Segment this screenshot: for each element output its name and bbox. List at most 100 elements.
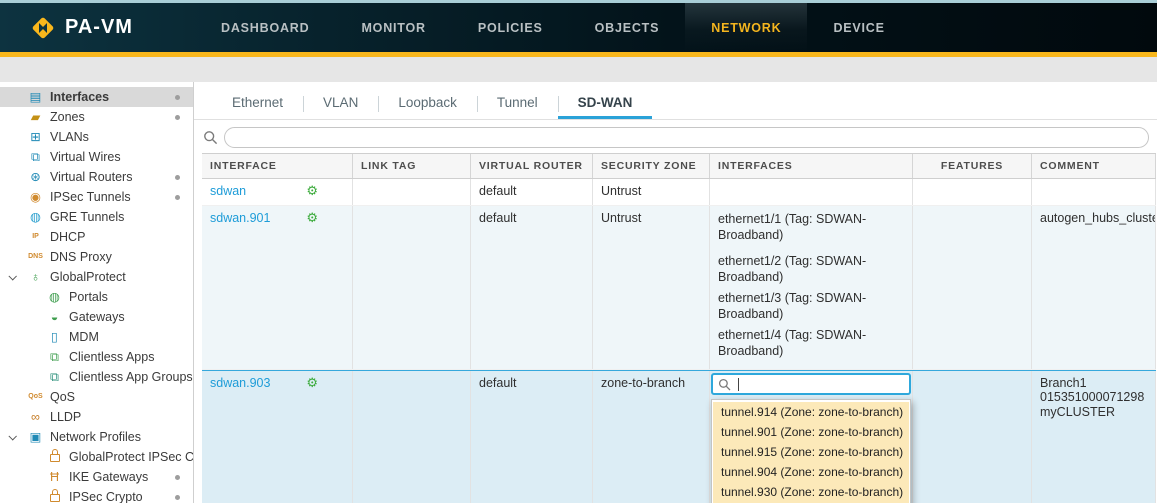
sidebar-item-vlans[interactable]: ⊞ VLANs <box>0 127 193 147</box>
nav-item-network[interactable]: NETWORK <box>685 3 807 52</box>
tab-tunnel[interactable]: Tunnel <box>477 95 558 119</box>
interface-link[interactable]: sdwan <box>210 184 246 198</box>
zones-icon: ▰ <box>27 110 44 124</box>
cell-interface: sdwan.901 ⚙ <box>202 206 353 369</box>
tab-loopback[interactable]: Loopback <box>378 95 477 119</box>
cell-comment: autogen_hubs_cluster <box>1032 206 1156 369</box>
sidebar-item-label: IKE Gateways <box>69 470 148 484</box>
edit-settings-gear-icon[interactable]: ⚙ <box>306 184 318 198</box>
sidebar-item-virtual-wires[interactable]: ⧉Virtual Wires <box>0 147 193 167</box>
cell-interface: sdwan.903 ⚙ <box>202 371 353 503</box>
nav-item-dashboard[interactable]: DASHBOARD <box>195 3 335 52</box>
sidebar-item-label: Network Profiles <box>50 430 141 444</box>
clientless-apps-icon: ⧉ <box>46 350 63 364</box>
sidebar-item-label: Gateways <box>69 310 125 324</box>
cell-virtual-router: default <box>471 206 593 369</box>
sidebar-item-gre-tunnels[interactable]: ◍ GRE Tunnels <box>0 207 193 227</box>
sidebar-item-dhcp[interactable]: IPDHCP <box>0 227 193 247</box>
interface-search-input[interactable] <box>711 373 911 395</box>
main-panel: Ethernet VLAN Loopback TunnelSD-WAN INTERFA… <box>194 82 1157 503</box>
sidebar-item-mdm[interactable]: ▯MDM <box>0 327 193 347</box>
column-header-label: INTERFACE <box>210 160 277 172</box>
table-row-sdwan-901[interactable]: sdwan.901 ⚙ default Untrust ethernet1/1 (Tag… <box>202 206 1156 370</box>
cell-security-zone: zone-to-branch <box>593 371 710 503</box>
portals-icon: ◍ <box>46 290 63 304</box>
app-window: PA-VM DASHBOARDMONITORPOLICIESOBJECTS NET… <box>0 0 1157 503</box>
brand[interactable]: PA-VM <box>0 3 185 52</box>
gateways-icon: ◒ <box>46 310 63 324</box>
column-header-interface[interactable]: INTERFACE <box>202 154 353 178</box>
sidebar-item-dns-proxy[interactable]: DNSDNS Proxy <box>0 247 193 267</box>
table-row-sdwan[interactable]: sdwan⚙defaultUntrust <box>202 179 1156 206</box>
sidebar-item-zones[interactable]: ▰Zones <box>0 107 193 127</box>
sidebar-item-label: MDM <box>69 330 99 344</box>
dropdown-option[interactable]: tunnel.901 (Zone: zone-to-branch) <box>713 422 909 442</box>
cell-security-zone: Untrust <box>593 206 710 369</box>
nav-item-device[interactable]: DEVICE <box>807 3 910 52</box>
table-body: sdwan⚙defaultUntrustsdwan.901⚙defaultUnt… <box>202 179 1156 503</box>
sidebar-item-clientless-apps[interactable]: ⧉Clientless Apps <box>0 347 193 367</box>
column-header-link-tag[interactable]: LINK TAG <box>353 154 471 178</box>
sidebar-item-globalprotect-ipsec-crypto[interactable]: GlobalProtect IPSec Crypto <box>0 447 193 467</box>
chevron-down-icon[interactable] <box>8 432 16 440</box>
column-header-interfaces[interactable]: INTERFACES <box>710 154 913 178</box>
sidebar-item-label: GRE Tunnels <box>50 210 124 224</box>
sdwan-interfaces-table: INTERFACE LINK TAGVIRTUAL ROUTERSECURITY … <box>202 153 1156 503</box>
edit-settings-gear-icon[interactable]: ⚙ <box>306 376 318 390</box>
sidebar-item-label: VLANs <box>50 130 89 144</box>
column-header-comment[interactable]: COMMENT <box>1032 154 1156 178</box>
tab-vlan[interactable]: VLAN <box>303 95 378 119</box>
sidebar-item-clientless-app-groups[interactable]: ⧉Clientless App Groups <box>0 367 193 387</box>
cell-security-zone: Untrust <box>593 179 710 205</box>
cell-interfaces: ethernet1/1 (Tag: SDWAN-Broadband)ethern… <box>710 206 913 369</box>
gp-ipsec-crypto-icon <box>46 449 63 465</box>
nav-item-policies[interactable]: POLICIES <box>452 3 569 52</box>
paloalto-logo-icon <box>30 15 56 41</box>
comment-value: Branch1 015351000071298 myCLUSTER <box>1040 376 1144 419</box>
table-search-input[interactable] <box>224 127 1149 148</box>
sidebar-item-qos[interactable]: QoSQoS <box>0 387 193 407</box>
security-zone-value: Untrust <box>601 211 641 225</box>
interface-member: ethernet1/4 (Tag: SDWAN-Broadband) <box>718 327 904 359</box>
sidebar-item-network-profiles[interactable]: ▣Network Profiles <box>0 427 193 447</box>
cell-features <box>913 179 1032 205</box>
vlans-icon: ⊞ <box>27 130 44 144</box>
nav-item-monitor[interactable]: MONITOR <box>335 3 451 52</box>
column-header-label: FEATURES <box>941 160 1003 172</box>
sidebar-item-ike-gateways[interactable]: ĦIKE Gateways <box>0 467 193 487</box>
sidebar-item-gateways[interactable]: ◒ Gateways <box>0 307 193 327</box>
sidebar-item-portals[interactable]: ◍Portals <box>0 287 193 307</box>
tab-ethernet[interactable]: Ethernet <box>212 95 303 119</box>
sidebar-item-lldp[interactable]: ∞LLDP <box>0 407 193 427</box>
sidebar-item-label: Virtual Routers <box>50 170 132 184</box>
column-header-security-zone[interactable]: SECURITY ZONE <box>593 154 710 178</box>
sidebar-item-virtual-routers[interactable]: ⊛Virtual Routers <box>0 167 193 187</box>
main-nav: DASHBOARDMONITORPOLICIESOBJECTS NETWORK DE… <box>195 3 911 52</box>
cell-link-tag <box>353 371 471 503</box>
dropdown-option[interactable]: tunnel.904 (Zone: zone-to-branch) <box>713 462 909 482</box>
column-header-features[interactable]: FEATURES <box>913 154 1032 178</box>
interface-link[interactable]: sdwan.901 <box>210 211 270 225</box>
gre-tunnels-icon: ◍ <box>27 210 44 224</box>
sidebar-item-label: Interfaces <box>50 90 109 104</box>
sidebar-item-interfaces[interactable]: ▤Interfaces <box>0 87 193 107</box>
dropdown-option[interactable]: tunnel.930 (Zone: zone-to-branch) <box>713 482 909 502</box>
dropdown-option[interactable]: tunnel.914 (Zone: zone-to-branch) <box>713 402 909 422</box>
sidebar-item-ipsec-tunnels[interactable]: ◉IPSec Tunnels <box>0 187 193 207</box>
chevron-down-icon[interactable] <box>8 272 16 280</box>
edit-settings-gear-icon[interactable]: ⚙ <box>306 211 318 225</box>
nav-item-label: NETWORK <box>711 21 781 35</box>
table-row-sdwan-903[interactable]: sdwan.903⚙defaultzone-to-branchtunnel.91… <box>202 370 1156 503</box>
nav-item-objects[interactable]: OBJECTS <box>569 3 686 52</box>
brand-name: PA-VM <box>65 16 133 39</box>
tab-sd-wan[interactable]: SD-WAN <box>558 95 653 119</box>
dropdown-option[interactable]: tunnel.915 (Zone: zone-to-branch) <box>713 442 909 462</box>
column-header-virtual-router[interactable]: VIRTUAL ROUTER <box>471 154 593 178</box>
sidebar-item-globalprotect[interactable]: ♁GlobalProtect <box>0 267 193 287</box>
tab-label: Loopback <box>398 95 457 110</box>
column-header-label: COMMENT <box>1040 160 1100 172</box>
sidebar-item-label: LLDP <box>50 410 81 424</box>
sidebar-item-ipsec-crypto[interactable]: IPSec Crypto <box>0 487 193 503</box>
tab-label: Ethernet <box>232 95 283 110</box>
interface-link[interactable]: sdwan.903 <box>210 376 270 390</box>
